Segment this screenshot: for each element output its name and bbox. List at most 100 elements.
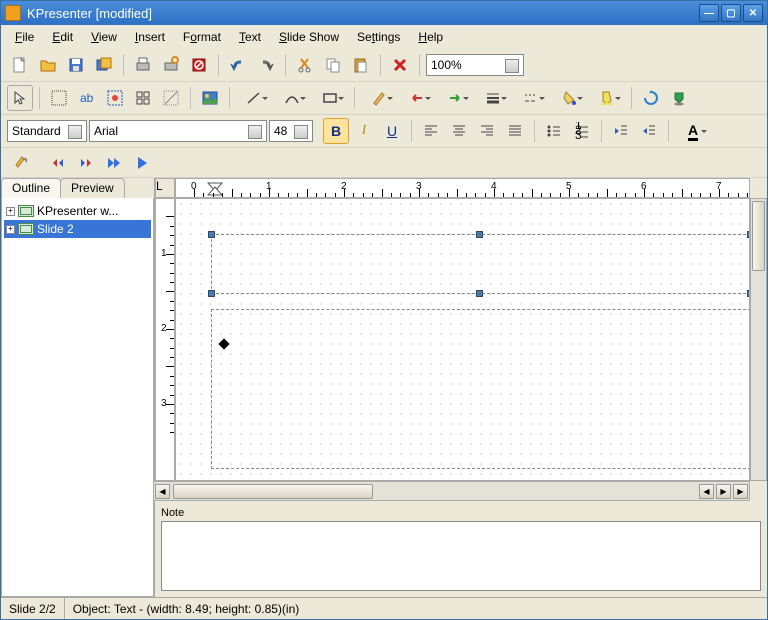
line-style-button[interactable] xyxy=(475,85,511,111)
vertical-ruler[interactable]: 123 xyxy=(155,198,175,481)
rectangle-tool[interactable] xyxy=(312,85,348,111)
close-button[interactable]: ✕ xyxy=(743,4,763,22)
svg-text:3: 3 xyxy=(575,128,582,140)
note-input[interactable] xyxy=(161,521,761,591)
cut-button[interactable] xyxy=(292,52,318,78)
configure-button[interactable] xyxy=(7,150,33,176)
deselect-button[interactable] xyxy=(158,85,184,111)
slide-icon xyxy=(18,205,34,217)
minimize-button[interactable]: — xyxy=(699,4,719,22)
open-button[interactable] xyxy=(35,52,61,78)
highlight-button[interactable] xyxy=(589,85,625,111)
notes-pane: Note xyxy=(155,501,767,597)
insert-image-button[interactable] xyxy=(197,85,223,111)
increase-indent-button[interactable] xyxy=(636,118,662,144)
select-contiguous-button[interactable] xyxy=(102,85,128,111)
font-color-button[interactable]: A xyxy=(675,118,711,144)
menu-edit[interactable]: Edit xyxy=(44,28,81,46)
slide-tree[interactable]: + KPresenter w... + Slide 2 xyxy=(1,198,154,597)
curve-tool[interactable] xyxy=(274,85,310,111)
italic-button[interactable]: I xyxy=(351,118,377,144)
expand-icon[interactable]: + xyxy=(6,207,15,216)
maximize-button[interactable]: ▢ xyxy=(721,4,741,22)
select-grid-button[interactable] xyxy=(130,85,156,111)
tree-item[interactable]: + KPresenter w... xyxy=(4,202,151,220)
menu-view[interactable]: View xyxy=(83,28,125,46)
bullet-icon xyxy=(218,338,229,349)
tree-item[interactable]: + Slide 2 xyxy=(4,220,151,238)
delete-button[interactable] xyxy=(387,52,413,78)
line-width-button[interactable] xyxy=(513,85,549,111)
effect-1-button[interactable] xyxy=(45,150,71,176)
effect-2-button[interactable] xyxy=(73,150,99,176)
undo-button[interactable] xyxy=(225,52,251,78)
horizontal-ruler[interactable]: 01234567 xyxy=(175,178,750,198)
tab-preview[interactable]: Preview xyxy=(60,178,125,198)
statusbar: Slide 2/2 Object: Text - (width: 8.49; h… xyxy=(1,597,767,619)
menu-help[interactable]: Help xyxy=(410,28,451,46)
titlebar: KPresenter [modified] — ▢ ✕ xyxy=(1,1,767,25)
selection-tool[interactable] xyxy=(7,85,33,111)
align-justify-button[interactable] xyxy=(502,118,528,144)
menu-slideshow[interactable]: Slide Show xyxy=(271,28,347,46)
note-label: Note xyxy=(161,507,761,519)
status-slide-count: Slide 2/2 xyxy=(1,598,65,619)
slide-canvas[interactable] xyxy=(175,198,750,481)
horizontal-scrollbar[interactable]: ◀ ◀▶▶ xyxy=(153,481,750,501)
align-center-button[interactable] xyxy=(446,118,472,144)
underline-button[interactable]: U xyxy=(379,118,405,144)
font-size-combo[interactable]: 48 xyxy=(269,120,313,142)
vertical-scrollbar[interactable] xyxy=(750,198,767,481)
line-tool[interactable] xyxy=(236,85,272,111)
menu-settings[interactable]: Settings xyxy=(349,28,408,46)
text-frame-selection[interactable] xyxy=(211,234,750,294)
status-object-info: Object: Text - (width: 8.49; height: 0.8… xyxy=(65,598,767,619)
style-combo[interactable]: Standard xyxy=(7,120,87,142)
menu-format[interactable]: Format xyxy=(175,28,229,46)
arrow-right-tool[interactable] xyxy=(437,85,473,111)
text-frame-button[interactable]: ab xyxy=(74,85,100,111)
number-list-button[interactable]: 123 xyxy=(569,118,595,144)
bold-button[interactable]: B xyxy=(323,118,349,144)
stop-button[interactable] xyxy=(186,52,212,78)
menubar: File Edit View Insert Format Text Slide … xyxy=(1,25,767,49)
menu-file[interactable]: File xyxy=(7,28,42,46)
arrow-left-tool[interactable] xyxy=(399,85,435,111)
bullet-list-button[interactable] xyxy=(541,118,567,144)
rotate-button[interactable] xyxy=(638,85,664,111)
play-button[interactable] xyxy=(129,150,155,176)
pen-color-button[interactable] xyxy=(361,85,397,111)
toolbar-slideshow xyxy=(1,148,767,178)
zoom-combo[interactable]: 100% xyxy=(426,54,524,76)
tree-label: Slide 2 xyxy=(37,222,74,236)
decrease-indent-button[interactable] xyxy=(608,118,634,144)
font-combo[interactable]: Arial xyxy=(89,120,267,142)
fill-color-button[interactable] xyxy=(551,85,587,111)
align-left-button[interactable] xyxy=(418,118,444,144)
canvas-area: L 01234567 123 xyxy=(155,178,767,501)
shadow-button[interactable] xyxy=(666,85,692,111)
tree-label: KPresenter w... xyxy=(37,204,118,218)
toolbar-format: Standard Arial 48 B I U 123 A xyxy=(1,115,767,148)
expand-icon[interactable]: + xyxy=(6,225,15,234)
app-icon xyxy=(5,5,21,21)
menu-text[interactable]: Text xyxy=(231,28,269,46)
content-frame[interactable] xyxy=(211,309,750,469)
save-button[interactable] xyxy=(63,52,89,78)
align-right-button[interactable] xyxy=(474,118,500,144)
select-all-frames-button[interactable] xyxy=(46,85,72,111)
menu-insert[interactable]: Insert xyxy=(127,28,173,46)
fast-forward-button[interactable] xyxy=(101,150,127,176)
print-button[interactable] xyxy=(130,52,156,78)
sidebar: Outline Preview + KPresenter w... + Slid… xyxy=(1,178,155,597)
copy-button[interactable] xyxy=(320,52,346,78)
paste-button[interactable] xyxy=(348,52,374,78)
tab-outline[interactable]: Outline xyxy=(1,178,61,198)
sidebar-tabs: Outline Preview xyxy=(1,178,154,198)
new-button[interactable] xyxy=(7,52,33,78)
print-preview-button[interactable] xyxy=(158,52,184,78)
redo-button[interactable] xyxy=(253,52,279,78)
ruler-corner: L xyxy=(155,178,175,198)
save-as-button[interactable] xyxy=(91,52,117,78)
svg-text:ab: ab xyxy=(80,91,94,105)
